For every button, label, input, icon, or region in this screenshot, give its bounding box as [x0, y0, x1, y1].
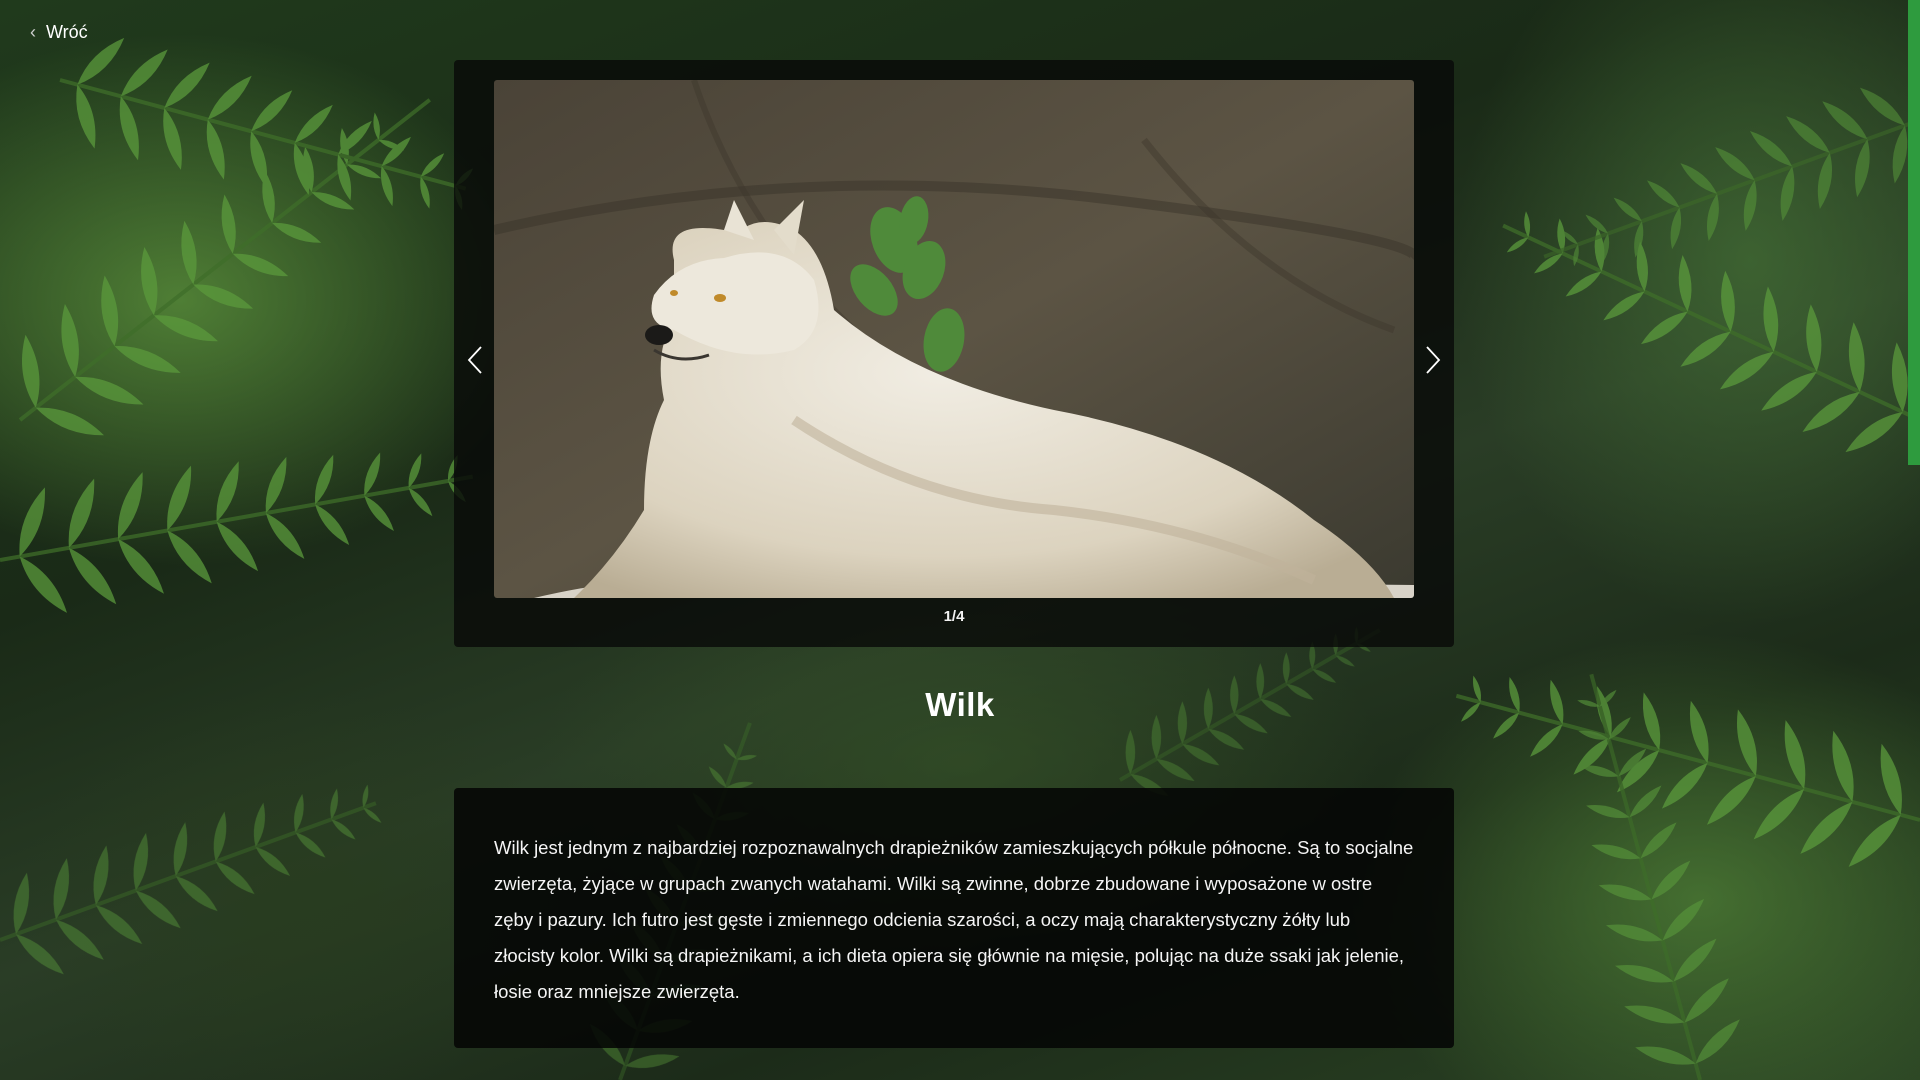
chevron-right-icon — [1426, 346, 1441, 374]
back-button[interactable]: ‹ Wróć — [30, 22, 88, 43]
wolf-photo — [494, 80, 1414, 598]
gallery-prev-button[interactable] — [460, 340, 490, 380]
animal-description: Wilk jest jednym z najbardziej rozpoznaw… — [494, 837, 1414, 1002]
gallery-next-button[interactable] — [1418, 340, 1448, 380]
scrollbar-thumb[interactable] — [1908, 0, 1920, 465]
description-panel: Wilk jest jednym z najbardziej rozpoznaw… — [454, 788, 1454, 1048]
chevron-left-icon: ‹ — [30, 22, 36, 42]
image-gallery: 1/4 — [454, 60, 1454, 647]
back-button-label: Wróć — [46, 22, 88, 42]
gallery-image — [494, 80, 1414, 598]
chevron-left-icon — [467, 346, 482, 374]
slide-counter: 1/4 — [943, 608, 965, 625]
page-title: Wilk — [925, 686, 995, 723]
